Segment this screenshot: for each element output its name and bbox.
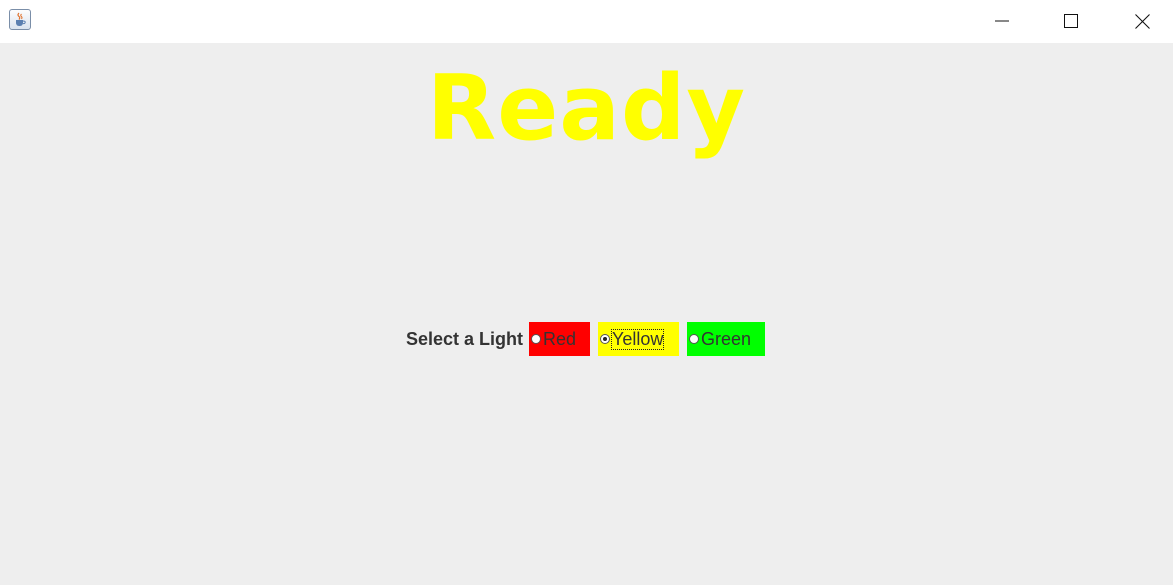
green-radio-option[interactable]: Green <box>687 322 766 356</box>
maximize-icon <box>1064 14 1078 28</box>
red-radio-option[interactable]: Red <box>529 322 591 356</box>
green-radio-button[interactable] <box>689 334 700 344</box>
content-panel: Ready Select a Light Red Yellow Green <box>0 43 1173 585</box>
yellow-radio-label[interactable]: Yellow <box>611 328 665 350</box>
status-text: Ready <box>426 56 747 161</box>
application-window: Ready Select a Light Red Yellow Green <box>0 0 1173 585</box>
yellow-radio-button[interactable] <box>600 334 611 344</box>
minimize-icon <box>995 20 1009 22</box>
red-radio-button[interactable] <box>531 334 542 344</box>
java-cup-icon[interactable] <box>9 9 31 30</box>
select-light-label: Select a Light <box>406 328 524 349</box>
red-radio-label[interactable]: Red <box>542 329 577 350</box>
close-icon <box>1135 14 1150 29</box>
maximize-button[interactable] <box>1047 0 1093 40</box>
yellow-radio-option[interactable]: Yellow <box>598 322 680 356</box>
title-bar[interactable] <box>0 0 1173 43</box>
minimize-button[interactable] <box>978 0 1024 40</box>
light-selector: Select a Light Red Yellow Green <box>406 322 773 356</box>
green-radio-label[interactable]: Green <box>700 329 752 350</box>
close-button[interactable] <box>1118 0 1164 40</box>
